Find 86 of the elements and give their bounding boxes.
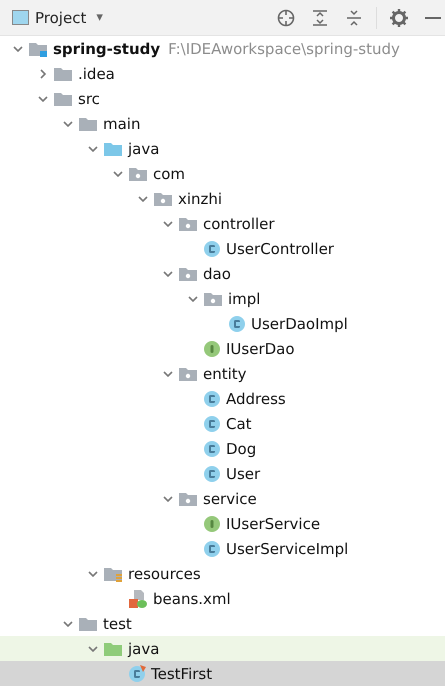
node-label: java	[128, 640, 160, 658]
minus-icon	[425, 16, 441, 20]
tree-row[interactable]: IUserService	[0, 511, 445, 536]
node-label: Address	[226, 390, 286, 408]
class-icon	[228, 314, 246, 332]
node-label: beans.xml	[153, 590, 231, 608]
tree-row[interactable]: resources	[0, 561, 445, 586]
node-label: UserDaoImpl	[251, 314, 348, 332]
node-label: impl	[228, 290, 260, 308]
tree-row[interactable]: entity	[0, 361, 445, 386]
folder-icon	[53, 66, 73, 82]
package-icon	[178, 266, 198, 282]
crosshair-icon	[277, 8, 295, 26]
project-view-dropdown[interactable]: Project ▾	[12, 8, 103, 26]
tree-row[interactable]: xinzhi	[0, 186, 445, 211]
class-icon	[203, 440, 221, 458]
package-icon	[128, 166, 148, 182]
node-label: dao	[203, 264, 231, 282]
tree-row[interactable]: main	[0, 111, 445, 136]
node-label: java	[128, 140, 160, 158]
node-label: User	[226, 464, 260, 482]
tree-row[interactable]: UserServiceImpl	[0, 536, 445, 561]
tree-row[interactable]: Cat	[0, 411, 445, 436]
node-label: main	[103, 114, 140, 132]
folder-icon	[103, 640, 123, 656]
tree-row[interactable]: service	[0, 486, 445, 511]
node-label: Dog	[226, 440, 256, 458]
class-icon	[203, 240, 221, 258]
expand-icon	[312, 10, 328, 26]
tree-row[interactable]: java	[0, 136, 445, 161]
tree-row[interactable]: .idea	[0, 61, 445, 86]
folder-icon	[103, 140, 123, 156]
package-icon	[178, 366, 198, 382]
tree-row[interactable]: impl	[0, 286, 445, 311]
node-label: com	[153, 164, 186, 182]
xml-file-icon	[128, 588, 148, 608]
node-label: IUserService	[226, 514, 320, 532]
package-icon	[203, 290, 223, 306]
folder-icon	[103, 566, 123, 582]
tree-row[interactable]: src	[0, 86, 445, 111]
node-label: xinzhi	[178, 190, 222, 208]
folder-icon	[78, 116, 98, 132]
node-label: TestFirst	[151, 664, 212, 682]
tree-row[interactable]: Dog	[0, 436, 445, 461]
package-icon	[153, 190, 173, 206]
tree-row[interactable]: controller	[0, 211, 445, 236]
tree-row[interactable]: spring-study F:\IDEAworkspace\spring-study	[0, 36, 445, 61]
class-icon	[203, 540, 221, 558]
folder-icon	[53, 90, 73, 106]
node-label: UserController	[226, 240, 334, 258]
folder-icon	[28, 40, 48, 56]
node-label: Cat	[226, 414, 252, 432]
tree-row[interactable]: User	[0, 461, 445, 486]
tree-row[interactable]: com	[0, 161, 445, 186]
class-icon	[203, 390, 221, 408]
node-label: .idea	[78, 64, 115, 82]
interface-icon	[203, 340, 221, 358]
test-class-icon	[128, 664, 146, 682]
package-icon	[178, 216, 198, 232]
node-label: src	[78, 90, 100, 108]
node-label: UserServiceImpl	[226, 540, 348, 558]
node-label: resources	[128, 564, 201, 582]
node-label: service	[203, 490, 257, 508]
tree-row[interactable]: IUserDao	[0, 336, 445, 361]
folder-icon	[78, 616, 98, 632]
tree-row[interactable]: TestFirst	[0, 661, 445, 686]
node-label: controller	[203, 214, 275, 232]
settings-icon	[390, 8, 408, 26]
interface-icon	[203, 514, 221, 532]
window-icon	[12, 10, 29, 25]
tree-row[interactable]: test	[0, 611, 445, 636]
tree-row[interactable]: java	[0, 636, 445, 661]
node-path: F:\IDEAworkspace\spring-study	[168, 40, 400, 58]
node-label: IUserDao	[226, 340, 295, 358]
tree-row[interactable]: UserController	[0, 236, 445, 261]
tree-row[interactable]: UserDaoImpl	[0, 311, 445, 336]
node-label: entity	[203, 364, 247, 382]
collapse-icon	[346, 10, 362, 26]
node-label: test	[103, 614, 132, 632]
node-label: spring-study	[53, 40, 160, 58]
package-icon	[178, 490, 198, 506]
class-icon	[203, 414, 221, 432]
tree-row[interactable]: beans.xml	[0, 586, 445, 611]
tree-row[interactable]: Address	[0, 386, 445, 411]
tree-row[interactable]: dao	[0, 261, 445, 286]
class-icon	[203, 464, 221, 482]
